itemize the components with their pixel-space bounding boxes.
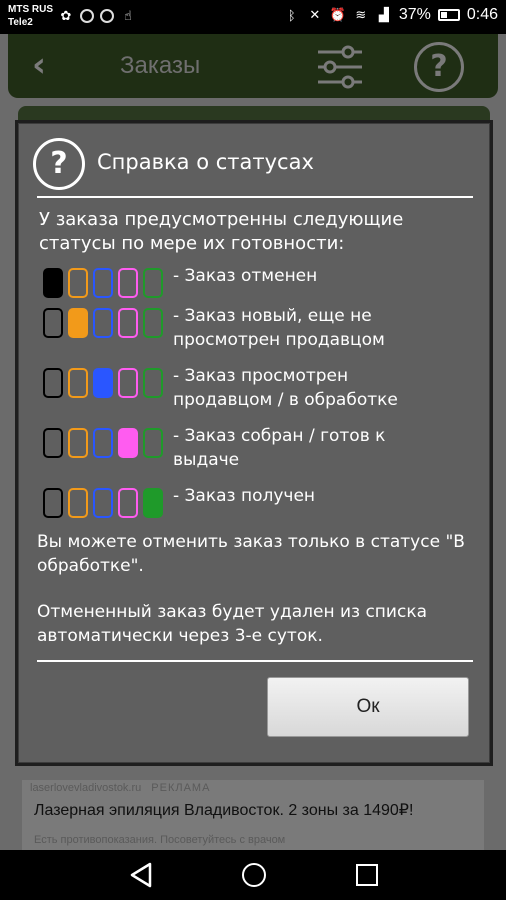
status-box xyxy=(93,268,113,298)
status-box xyxy=(93,368,113,398)
status-indicator xyxy=(43,368,163,398)
status-bar: MTS RUS Tele2 ✿ ☝ ᛒ ✕ ⏰ ≋ ▟ 37% 0:46 xyxy=(0,0,506,34)
app-header: ‹ Заказы ? xyxy=(8,34,498,98)
status-indicator xyxy=(43,308,163,338)
status-box xyxy=(143,308,163,338)
status-row: - Заказ получен xyxy=(43,484,413,518)
status-label: - Заказ новый, еще не просмотрен продавц… xyxy=(173,306,385,350)
status-box xyxy=(43,428,63,458)
status-indicator xyxy=(43,488,163,518)
status-box xyxy=(43,268,63,298)
status-row: - Заказ собран / готов к выдаче xyxy=(43,424,413,472)
status-box xyxy=(68,488,88,518)
status-box xyxy=(43,488,63,518)
status-box xyxy=(68,308,88,338)
page-title: Заказы xyxy=(120,52,201,79)
app-notification-icon: ✿ xyxy=(60,8,72,24)
clock: 0:46 xyxy=(466,6,498,23)
status-box xyxy=(118,488,138,518)
status-label: - Заказ получен xyxy=(173,486,316,506)
status-indicator xyxy=(43,428,163,458)
carrier-2: Tele2 xyxy=(8,17,33,28)
whatsapp-icon xyxy=(100,9,114,23)
system-icons: ᛒ ✕ ⏰ ≋ ▟ 37% 0:46 xyxy=(284,6,498,24)
status-box xyxy=(93,308,113,338)
ad-header: laserlovevladivostok.ru РЕКЛАМА xyxy=(30,782,210,794)
status-row: - Заказ отменен xyxy=(43,264,413,298)
wifi-icon: ≋ xyxy=(355,7,367,22)
status-box xyxy=(118,428,138,458)
status-box xyxy=(118,268,138,298)
status-row: - Заказ новый, еще не просмотрен продавц… xyxy=(43,304,413,352)
status-label: - Заказ собран / готов к выдаче xyxy=(173,426,386,470)
ad-label: РЕКЛАМА xyxy=(151,782,211,794)
battery-percent: 37% xyxy=(398,6,431,23)
status-box xyxy=(68,268,88,298)
status-box xyxy=(93,428,113,458)
status-box xyxy=(43,368,63,398)
ad-disclaimer: Есть противопоказания. Посоветуйтесь с в… xyxy=(34,834,286,846)
carrier-1: MTS RUS xyxy=(8,4,53,15)
back-arrow-icon[interactable]: ‹ xyxy=(32,48,46,82)
status-row: - Заказ просмотрен продавцом / в обработ… xyxy=(43,364,413,412)
alarm-icon: ⏰ xyxy=(329,7,346,22)
dialog-intro: У заказа предусмотренны следующие статус… xyxy=(39,209,404,254)
question-icon[interactable]: ? xyxy=(414,42,464,92)
ok-button[interactable]: Ок xyxy=(267,677,469,737)
status-box xyxy=(143,428,163,458)
divider xyxy=(37,196,473,198)
ad-title[interactable]: Лазерная эпиляция Владивосток. 2 зоны за… xyxy=(34,800,413,820)
nav-recent-apps-icon[interactable] xyxy=(356,864,378,886)
navigation-bar xyxy=(0,850,506,900)
notification-icons: ✿ ☝ xyxy=(58,8,136,24)
status-box xyxy=(118,308,138,338)
status-label: - Заказ просмотрен продавцом / в обработ… xyxy=(173,366,398,410)
cancel-note: Вы можете отменить заказ только в статус… xyxy=(37,532,465,576)
sliders-icon[interactable] xyxy=(316,44,364,90)
sync-icon xyxy=(80,9,94,23)
status-box xyxy=(143,268,163,298)
signal-icon: ▟ xyxy=(378,7,389,22)
ad-domain: laserlovevladivostok.ru xyxy=(30,782,142,794)
nav-back-icon[interactable] xyxy=(128,862,154,888)
nav-home-icon[interactable] xyxy=(242,863,266,887)
battery-icon xyxy=(437,9,460,21)
gesture-icon: ☝ xyxy=(124,8,132,24)
bluetooth-icon: ᛒ xyxy=(287,7,296,23)
carrier-labels: MTS RUS Tele2 xyxy=(8,3,53,29)
divider xyxy=(37,660,473,662)
dialog-title: Справка о статусах xyxy=(97,150,314,174)
status-box xyxy=(93,488,113,518)
question-circle-icon: ? xyxy=(33,138,85,190)
delete-note: Отмененный заказ будет удален из списка … xyxy=(37,602,428,646)
mute-icon: ✕ xyxy=(309,7,321,22)
status-box xyxy=(68,368,88,398)
status-box xyxy=(143,368,163,398)
status-help-dialog: ? Справка о статусах У заказа предусмотр… xyxy=(18,123,490,763)
status-label: - Заказ отменен xyxy=(173,266,318,286)
status-box xyxy=(143,488,163,518)
status-box xyxy=(43,308,63,338)
status-indicator xyxy=(43,268,163,298)
status-box xyxy=(68,428,88,458)
status-box xyxy=(118,368,138,398)
ad-banner[interactable]: laserlovevladivostok.ru РЕКЛАМА Лазерная … xyxy=(22,780,484,850)
